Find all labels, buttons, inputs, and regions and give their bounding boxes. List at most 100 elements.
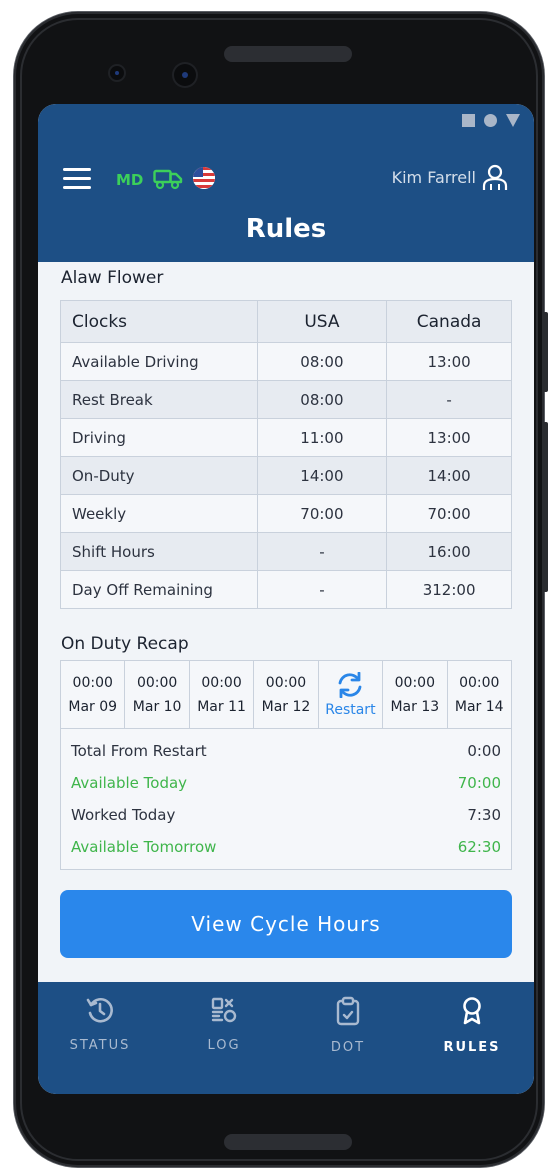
summary-row: Available Tomorrow 62:30 bbox=[71, 831, 501, 863]
earpiece-speaker bbox=[224, 46, 352, 62]
us-flag-icon[interactable] bbox=[193, 167, 215, 189]
clock-label: Day Off Remaining bbox=[60, 570, 258, 609]
nav-item-log[interactable]: LOG bbox=[162, 982, 286, 1094]
recap-summary: Total From Restart 0:00 Available Today … bbox=[61, 729, 511, 869]
clipboard-check-icon bbox=[336, 996, 360, 1026]
canada-value: 14:00 bbox=[386, 456, 512, 495]
qr-log-icon bbox=[211, 997, 237, 1023]
usa-value: 08:00 bbox=[256, 342, 388, 381]
system-status-bar bbox=[462, 114, 520, 127]
canada-value: 13:00 bbox=[386, 342, 512, 381]
summary-value: 62:30 bbox=[457, 838, 501, 856]
restart-icon bbox=[338, 671, 362, 698]
table-row: Day Off Remaining - 312:00 bbox=[60, 570, 512, 609]
nav-label: RULES bbox=[443, 1040, 501, 1055]
summary-row: Available Today 70:00 bbox=[71, 767, 501, 799]
clock-label: Weekly bbox=[60, 494, 258, 533]
table-row: Weekly 70:00 70:00 bbox=[60, 494, 512, 533]
canada-value: 70:00 bbox=[386, 494, 512, 533]
restart-day[interactable]: Restart bbox=[319, 661, 384, 728]
nav-label: LOG bbox=[207, 1038, 241, 1053]
usa-value: 08:00 bbox=[256, 380, 388, 419]
day-hours: 00:00 bbox=[265, 674, 307, 691]
truck-icon[interactable] bbox=[153, 168, 183, 190]
front-camera bbox=[174, 64, 196, 86]
summary-label: Available Tomorrow bbox=[71, 838, 217, 856]
nav-label: STATUS bbox=[69, 1038, 131, 1053]
day-date: Mar 10 bbox=[132, 698, 182, 715]
summary-label: Worked Today bbox=[71, 806, 176, 824]
summary-row: Total From Restart 0:00 bbox=[71, 735, 501, 767]
clock-label: Available Driving bbox=[60, 342, 258, 381]
recap-day[interactable]: 00:00 Mar 13 bbox=[383, 661, 448, 728]
bottom-speaker bbox=[224, 1134, 352, 1150]
day-hours: 00:00 bbox=[136, 674, 178, 691]
award-ribbon-icon bbox=[463, 997, 481, 1025]
day-date: Mar 12 bbox=[261, 698, 311, 715]
restart-label: Restart bbox=[325, 701, 376, 718]
nav-item-dot[interactable]: DOT bbox=[286, 982, 410, 1094]
table-row: Driving 11:00 13:00 bbox=[60, 418, 512, 457]
recap-day[interactable]: 00:00 Mar 11 bbox=[190, 661, 255, 728]
front-sensor bbox=[110, 66, 124, 80]
table-row: Available Driving 08:00 13:00 bbox=[60, 342, 512, 381]
canada-value: 13:00 bbox=[386, 418, 512, 457]
summary-label: Available Today bbox=[71, 774, 188, 792]
signal-triangle-icon bbox=[506, 114, 520, 127]
summary-row: Worked Today 7:30 bbox=[71, 799, 501, 831]
usa-value: 70:00 bbox=[256, 494, 388, 533]
clocks-table: Clocks USA Canada Available Driving 08:0… bbox=[60, 300, 512, 609]
volume-button bbox=[543, 422, 548, 592]
recap-title: On Duty Recap bbox=[61, 634, 189, 654]
day-date: Mar 14 bbox=[454, 698, 504, 715]
table-row: Shift Hours - 16:00 bbox=[60, 532, 512, 571]
column-header-canada: Canada bbox=[386, 300, 512, 343]
day-hours: 00:00 bbox=[72, 674, 113, 691]
clock-label: On-Duty bbox=[60, 456, 258, 495]
summary-value: 70:00 bbox=[457, 774, 501, 792]
clocks-table-header: Clocks USA Canada bbox=[60, 300, 512, 343]
summary-value: 7:30 bbox=[467, 806, 501, 824]
day-hours: 00:00 bbox=[201, 674, 242, 691]
page-title: Rules bbox=[245, 214, 327, 244]
day-hours: 00:00 bbox=[459, 674, 500, 691]
clock-label: Rest Break bbox=[60, 380, 258, 419]
summary-label: Total From Restart bbox=[71, 742, 207, 760]
recap-day[interactable]: 00:00 Mar 14 bbox=[448, 661, 511, 728]
region-code-badge: MD bbox=[116, 171, 144, 189]
app-header: MD Kim Farrell Rules bbox=[38, 104, 534, 262]
usa-value: - bbox=[256, 532, 388, 571]
usa-value: - bbox=[256, 570, 388, 609]
recap-days-row: 00:00 Mar 09 00:00 Mar 10 00:00 Mar 11 0… bbox=[61, 661, 511, 729]
nav-item-rules[interactable]: RULES bbox=[410, 982, 534, 1094]
driver-name: Alaw Flower bbox=[61, 268, 164, 288]
column-header-usa: USA bbox=[256, 300, 388, 343]
summary-value: 0:00 bbox=[467, 742, 501, 760]
bottom-nav: STATUS LOG DOT RULES bbox=[38, 982, 534, 1094]
home-dot-icon bbox=[484, 114, 497, 127]
nav-label: DOT bbox=[330, 1040, 366, 1055]
table-row: On-Duty 14:00 14:00 bbox=[60, 456, 512, 495]
usa-value: 14:00 bbox=[256, 456, 388, 495]
nav-item-status[interactable]: STATUS bbox=[38, 982, 162, 1094]
clock-label: Driving bbox=[60, 418, 258, 457]
on-duty-recap: 00:00 Mar 09 00:00 Mar 10 00:00 Mar 11 0… bbox=[60, 660, 512, 870]
menu-icon[interactable] bbox=[63, 168, 91, 190]
canada-value: 16:00 bbox=[386, 532, 512, 571]
canada-value: 312:00 bbox=[386, 570, 512, 609]
user-profile-icon[interactable] bbox=[482, 164, 508, 192]
recent-apps-icon bbox=[462, 114, 475, 127]
user-name[interactable]: Kim Farrell bbox=[392, 168, 476, 187]
clock-label: Shift Hours bbox=[60, 532, 258, 571]
recap-day[interactable]: 00:00 Mar 12 bbox=[254, 661, 319, 728]
day-date: Mar 13 bbox=[390, 698, 440, 715]
day-date: Mar 09 bbox=[68, 698, 118, 715]
app-screen: MD Kim Farrell Rules Alaw Flower Clocks … bbox=[38, 104, 534, 1094]
column-header-clocks: Clocks bbox=[60, 300, 258, 343]
view-cycle-hours-button[interactable]: View Cycle Hours bbox=[60, 890, 512, 958]
canada-value: - bbox=[386, 380, 512, 419]
recap-day[interactable]: 00:00 Mar 09 bbox=[61, 661, 126, 728]
day-hours: 00:00 bbox=[394, 674, 435, 691]
recap-day[interactable]: 00:00 Mar 10 bbox=[125, 661, 190, 728]
power-button bbox=[543, 312, 548, 392]
